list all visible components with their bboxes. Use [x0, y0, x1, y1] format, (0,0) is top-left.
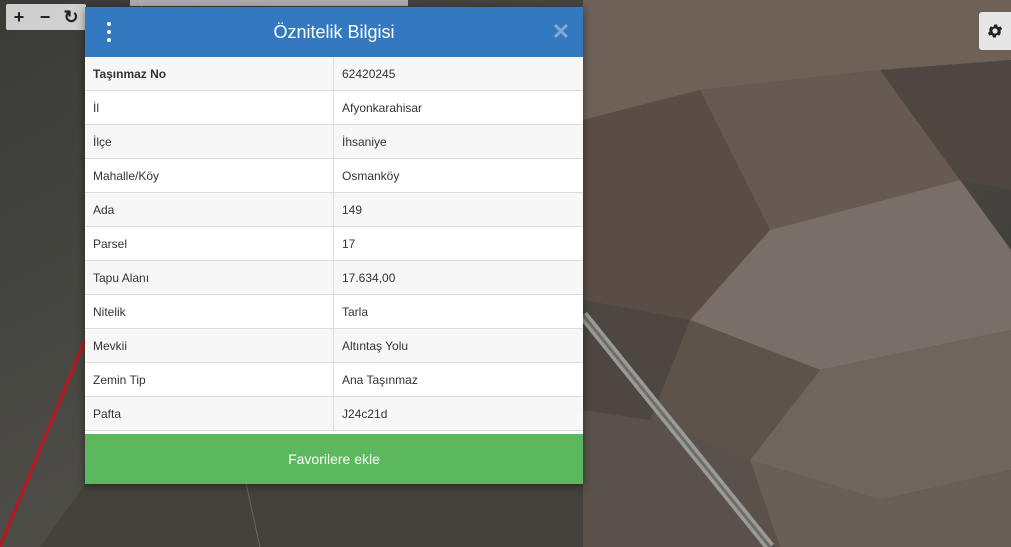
attribute-value: Tarla: [333, 294, 583, 329]
table-row: Parsel 17: [85, 226, 583, 261]
table-row: Pafta J24c21d: [85, 396, 583, 431]
table-row: Mahalle/Köy Osmanköy: [85, 158, 583, 193]
attribute-key: İl: [85, 90, 334, 125]
table-row: İl Afyonkarahisar: [85, 90, 583, 125]
attribute-value: 17.634,00: [333, 260, 583, 295]
attribute-key: Mahalle/Köy: [85, 158, 334, 193]
kebab-menu-icon[interactable]: [103, 22, 115, 42]
attribute-value: 17: [333, 226, 583, 261]
attribute-key: Tapu Alanı: [85, 260, 334, 295]
attribute-value: 149: [333, 192, 583, 227]
table-row: Tapu Alanı 17.634,00: [85, 260, 583, 295]
attribute-key: Nitelik: [85, 294, 334, 329]
attribute-value: 62420245: [333, 57, 583, 91]
attribute-key: Parsel: [85, 226, 334, 261]
attribute-value: J24c21d: [333, 396, 583, 431]
attribute-value: Osmanköy: [333, 158, 583, 193]
attribute-key: Pafta: [85, 396, 334, 431]
attribute-key: Ada: [85, 192, 334, 227]
table-row: İlçe İhsaniye: [85, 124, 583, 159]
table-row: Zemin Tip Ana Taşınmaz: [85, 362, 583, 397]
refresh-button[interactable]: ↻: [58, 4, 84, 30]
zoom-in-button[interactable]: +: [6, 4, 32, 30]
table-row: Taşınmaz No 62420245: [85, 57, 583, 91]
dialog-header: Öznitelik Bilgisi ✕: [85, 7, 583, 57]
attribute-key: Zemin Tip: [85, 362, 334, 397]
toolbar-extension: [130, 0, 408, 6]
attribute-key: İlçe: [85, 124, 334, 159]
dialog-title: Öznitelik Bilgisi: [273, 21, 395, 42]
table-row: Nitelik Tarla: [85, 294, 583, 329]
attribute-key: Taşınmaz No: [85, 57, 334, 91]
attribute-value: Afyonkarahisar: [333, 90, 583, 125]
table-row: Mevkii Altıntaş Yolu: [85, 328, 583, 363]
close-icon[interactable]: ✕: [551, 21, 571, 43]
zoom-out-button[interactable]: −: [32, 4, 58, 30]
add-to-favorites-button[interactable]: Favorilere ekle: [85, 434, 583, 484]
attribute-value: Ana Taşınmaz: [333, 362, 583, 397]
settings-button[interactable]: [979, 12, 1011, 50]
attribute-value: Altıntaş Yolu: [333, 328, 583, 363]
table-row: Ada 149: [85, 192, 583, 227]
attribute-key: Mevkii: [85, 328, 334, 363]
gear-icon: [987, 24, 1003, 38]
attribute-table: Taşınmaz No 62420245 İl Afyonkarahisar İlçe İ…: [85, 57, 583, 431]
attribute-info-dialog: Öznitelik Bilgisi ✕ Taşınmaz No 62420245 İ…: [85, 7, 583, 484]
attribute-value: İhsaniye: [333, 124, 583, 159]
map-toolbar: + − ↻: [6, 4, 86, 30]
